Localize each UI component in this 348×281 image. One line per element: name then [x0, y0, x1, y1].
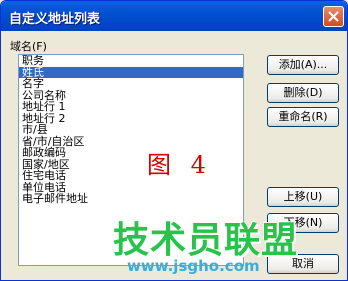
list-item[interactable]: 职务: [19, 55, 243, 67]
watermark-url: www.jsgho.com: [127, 257, 260, 275]
watermark: 技术员联盟 www.jsgho.com: [113, 211, 347, 280]
list-item[interactable]: 电子邮件地址: [19, 193, 243, 205]
field-names-label: 域名(F): [10, 40, 47, 53]
custom-address-list-dialog: 自定义地址列表 域名(F) 职务 姓氏 名字 公司名称 地址行 1 地址行 2 …: [0, 0, 348, 281]
list-item-selected[interactable]: 姓氏: [19, 66, 243, 78]
list-item[interactable]: 地址行 1: [19, 101, 243, 113]
figure-caption: 图 4: [147, 151, 212, 179]
close-icon: [328, 11, 339, 22]
list-item[interactable]: 名字: [19, 78, 243, 90]
move-up-button[interactable]: 上移(U): [267, 187, 339, 207]
dialog-title: 自定义地址列表: [9, 12, 101, 27]
rename-button[interactable]: 重命名(R): [267, 107, 339, 127]
title-bar: 自定义地址列表: [1, 1, 347, 31]
delete-button[interactable]: 删除(D): [267, 83, 339, 103]
watermark-text: 技术员联盟: [113, 220, 299, 261]
add-button[interactable]: 添加(A)...: [267, 55, 339, 75]
list-item[interactable]: 市/县: [19, 124, 243, 136]
list-item[interactable]: 地址行 2: [19, 112, 243, 125]
close-button[interactable]: [323, 6, 344, 27]
